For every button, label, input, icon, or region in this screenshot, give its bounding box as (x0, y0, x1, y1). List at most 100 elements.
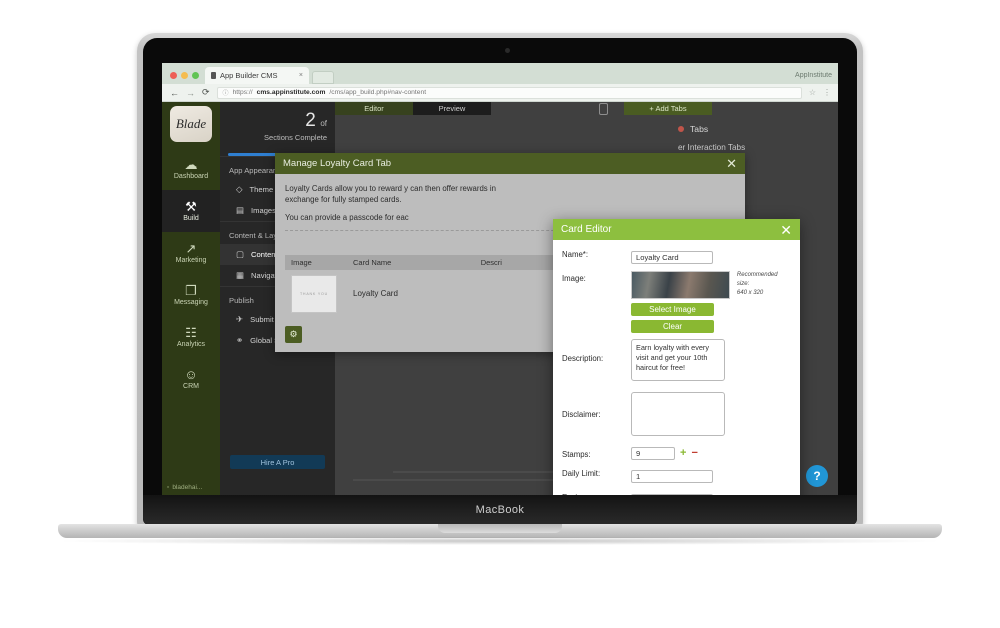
rail-item-analytics[interactable]: ☷ Analytics (162, 316, 220, 358)
rail-label-analytics: Analytics (176, 341, 205, 348)
stamps-input[interactable] (631, 447, 675, 460)
clear-image-button[interactable]: Clear (631, 320, 714, 333)
close-icon[interactable]: ✕ (726, 157, 737, 170)
forward-icon[interactable]: → (186, 88, 195, 98)
new-tab-button[interactable] (312, 71, 334, 84)
tab-close-icon[interactable]: × (299, 72, 303, 79)
stamps-increment-icon[interactable]: + (680, 448, 686, 459)
card-image-preview (631, 271, 730, 299)
device-name-label: MacBook (475, 504, 525, 516)
reload-icon[interactable]: ⟳ (202, 87, 210, 98)
close-icon[interactable]: ✕ (780, 223, 792, 237)
card-thumbnail: THANK YOU (291, 274, 337, 313)
disclaimer-textarea[interactable] (631, 392, 725, 436)
recommended-size-note: Recommended size: 640 x 320 (737, 271, 791, 298)
tab-preview[interactable]: Preview (413, 102, 491, 115)
rail-item-crm[interactable]: ☺ CRM (162, 358, 220, 400)
progress-of: of (320, 119, 327, 128)
content-icon: ▢ (236, 249, 245, 259)
disclaimer-label: Disclaimer: (562, 410, 601, 419)
daily-limit-input[interactable] (631, 470, 713, 483)
tabs-heading: Tabs (690, 124, 709, 134)
hire-a-pro-button[interactable]: Hire A Pro (230, 455, 325, 469)
card-editor-body: Name*: Image: Recommended size: (553, 240, 800, 495)
rail-footer-user[interactable]: ▫ bladehai... (162, 484, 220, 491)
laptop-chin: MacBook (143, 495, 857, 525)
name-input[interactable] (631, 251, 713, 264)
navigation-icon: ▦ (236, 270, 245, 280)
rail-label-crm: CRM (183, 383, 199, 390)
main-nav-rail: Blade ☁ Dashboard ⚒ Build ↗ Marketing ❐ … (162, 102, 220, 495)
image-label: Image: (562, 274, 586, 283)
stamps-decrement-icon[interactable]: − (691, 448, 697, 459)
recommended-size-line-2: 640 x 320 (736, 290, 764, 296)
sidebar-label-images: Images (251, 206, 276, 215)
field-row-daily-limit: Daily Limit: (562, 466, 791, 484)
rail-item-build[interactable]: ⚒ Build (162, 190, 220, 232)
screenshot-root: App Builder CMS × AppInstitute ← → ⟳ ⓘ h… (0, 0, 1000, 628)
rail-label-build: Build (183, 215, 199, 222)
rail-item-dashboard[interactable]: ☁ Dashboard (162, 148, 220, 190)
tab-editor[interactable]: Editor (335, 102, 413, 115)
url-path: /cms/app_build.php#nav-content (329, 89, 427, 96)
add-tabs-button[interactable]: + Add Tabs (624, 102, 712, 115)
close-window-icon[interactable] (170, 72, 177, 79)
rail-label-dashboard: Dashboard (173, 173, 209, 180)
account-label: AppInstitute (795, 72, 832, 79)
sections-progress: 2 of Sections Complete (220, 102, 335, 148)
editor-toolbar: Editor Preview + Add Tabs (335, 102, 838, 115)
rail-item-messaging[interactable]: ❐ Messaging (162, 274, 220, 316)
back-icon[interactable]: ← (170, 88, 179, 98)
manage-dialog-paragraph-1: Loyalty Cards allow you to reward y can … (285, 183, 735, 206)
rail-footer-username: bladehai... (172, 484, 203, 491)
card-editor-title: Card Editor (561, 224, 612, 235)
tabs-heading-row: Tabs (678, 124, 828, 134)
settings-gear-button[interactable]: ⚙ (285, 326, 302, 343)
progress-label: Sections Complete (264, 133, 327, 142)
cms-app: Blade ☁ Dashboard ⚒ Build ↗ Marketing ❐ … (162, 102, 838, 495)
user-icon: ▫ (167, 484, 170, 491)
rail-label-marketing: Marketing (175, 257, 207, 264)
browser-url-bar: ← → ⟳ ⓘ https://cms.appinstitute.com/cms… (162, 84, 838, 102)
card-editor-header: Card Editor ✕ (553, 219, 800, 240)
phone-icon[interactable] (599, 102, 608, 115)
browser-tab[interactable]: App Builder CMS × (205, 67, 309, 84)
url-input[interactable]: ⓘ https://cms.appinstitute.com/cms/app_b… (216, 86, 802, 99)
browser-tab-title: App Builder CMS (220, 71, 278, 80)
window-traffic-lights[interactable] (162, 72, 205, 84)
progress-count: 2 (305, 110, 316, 131)
browser-menu-icon[interactable]: ⋮ (823, 88, 831, 97)
status-dot-icon (678, 126, 684, 132)
theme-icon: ◇ (236, 184, 243, 194)
interaction-tabs-label: er Interaction Tabs (678, 143, 746, 152)
maximize-window-icon[interactable] (192, 72, 199, 79)
site-info-icon[interactable]: ⓘ (223, 88, 229, 97)
url-prefix: https:// (232, 89, 253, 96)
help-button[interactable]: ? (806, 465, 828, 487)
rocket-icon: ↗ (185, 241, 197, 256)
name-label: Name*: (562, 250, 588, 259)
bookmark-star-icon[interactable]: ☆ (809, 88, 816, 97)
message-icon: ❐ (185, 283, 197, 298)
tools-icon: ⚒ (185, 199, 197, 214)
description-textarea[interactable] (631, 339, 725, 381)
field-row-stamps: Stamps: + − (562, 447, 791, 460)
app-logo[interactable]: Blade (170, 106, 212, 142)
field-row-description: Description: (562, 339, 791, 386)
description-label: Description: (562, 354, 604, 363)
url-domain: cms.appinstitute.com (256, 89, 326, 96)
minimize-window-icon[interactable] (181, 72, 188, 79)
cell-description (475, 270, 550, 318)
select-image-button[interactable]: Select Image (631, 303, 714, 316)
field-row-disclaimer: Disclaimer: (562, 392, 791, 441)
sidebar-label-theme: Theme (249, 185, 274, 194)
paragraph-1-part-2: can then offer rewards in (410, 184, 496, 193)
images-icon: ▤ (236, 205, 245, 215)
daily-limit-label: Daily Limit: (562, 469, 601, 478)
canvas-side-content: Tabs er Interaction Tabs (678, 124, 828, 152)
rail-label-messaging: Messaging (174, 299, 208, 306)
field-row-image: Image: Recommended size: 640 x 320 Selec… (562, 271, 791, 333)
favicon-icon (211, 72, 216, 79)
th-image: Image (285, 254, 347, 270)
rail-item-marketing[interactable]: ↗ Marketing (162, 232, 220, 274)
